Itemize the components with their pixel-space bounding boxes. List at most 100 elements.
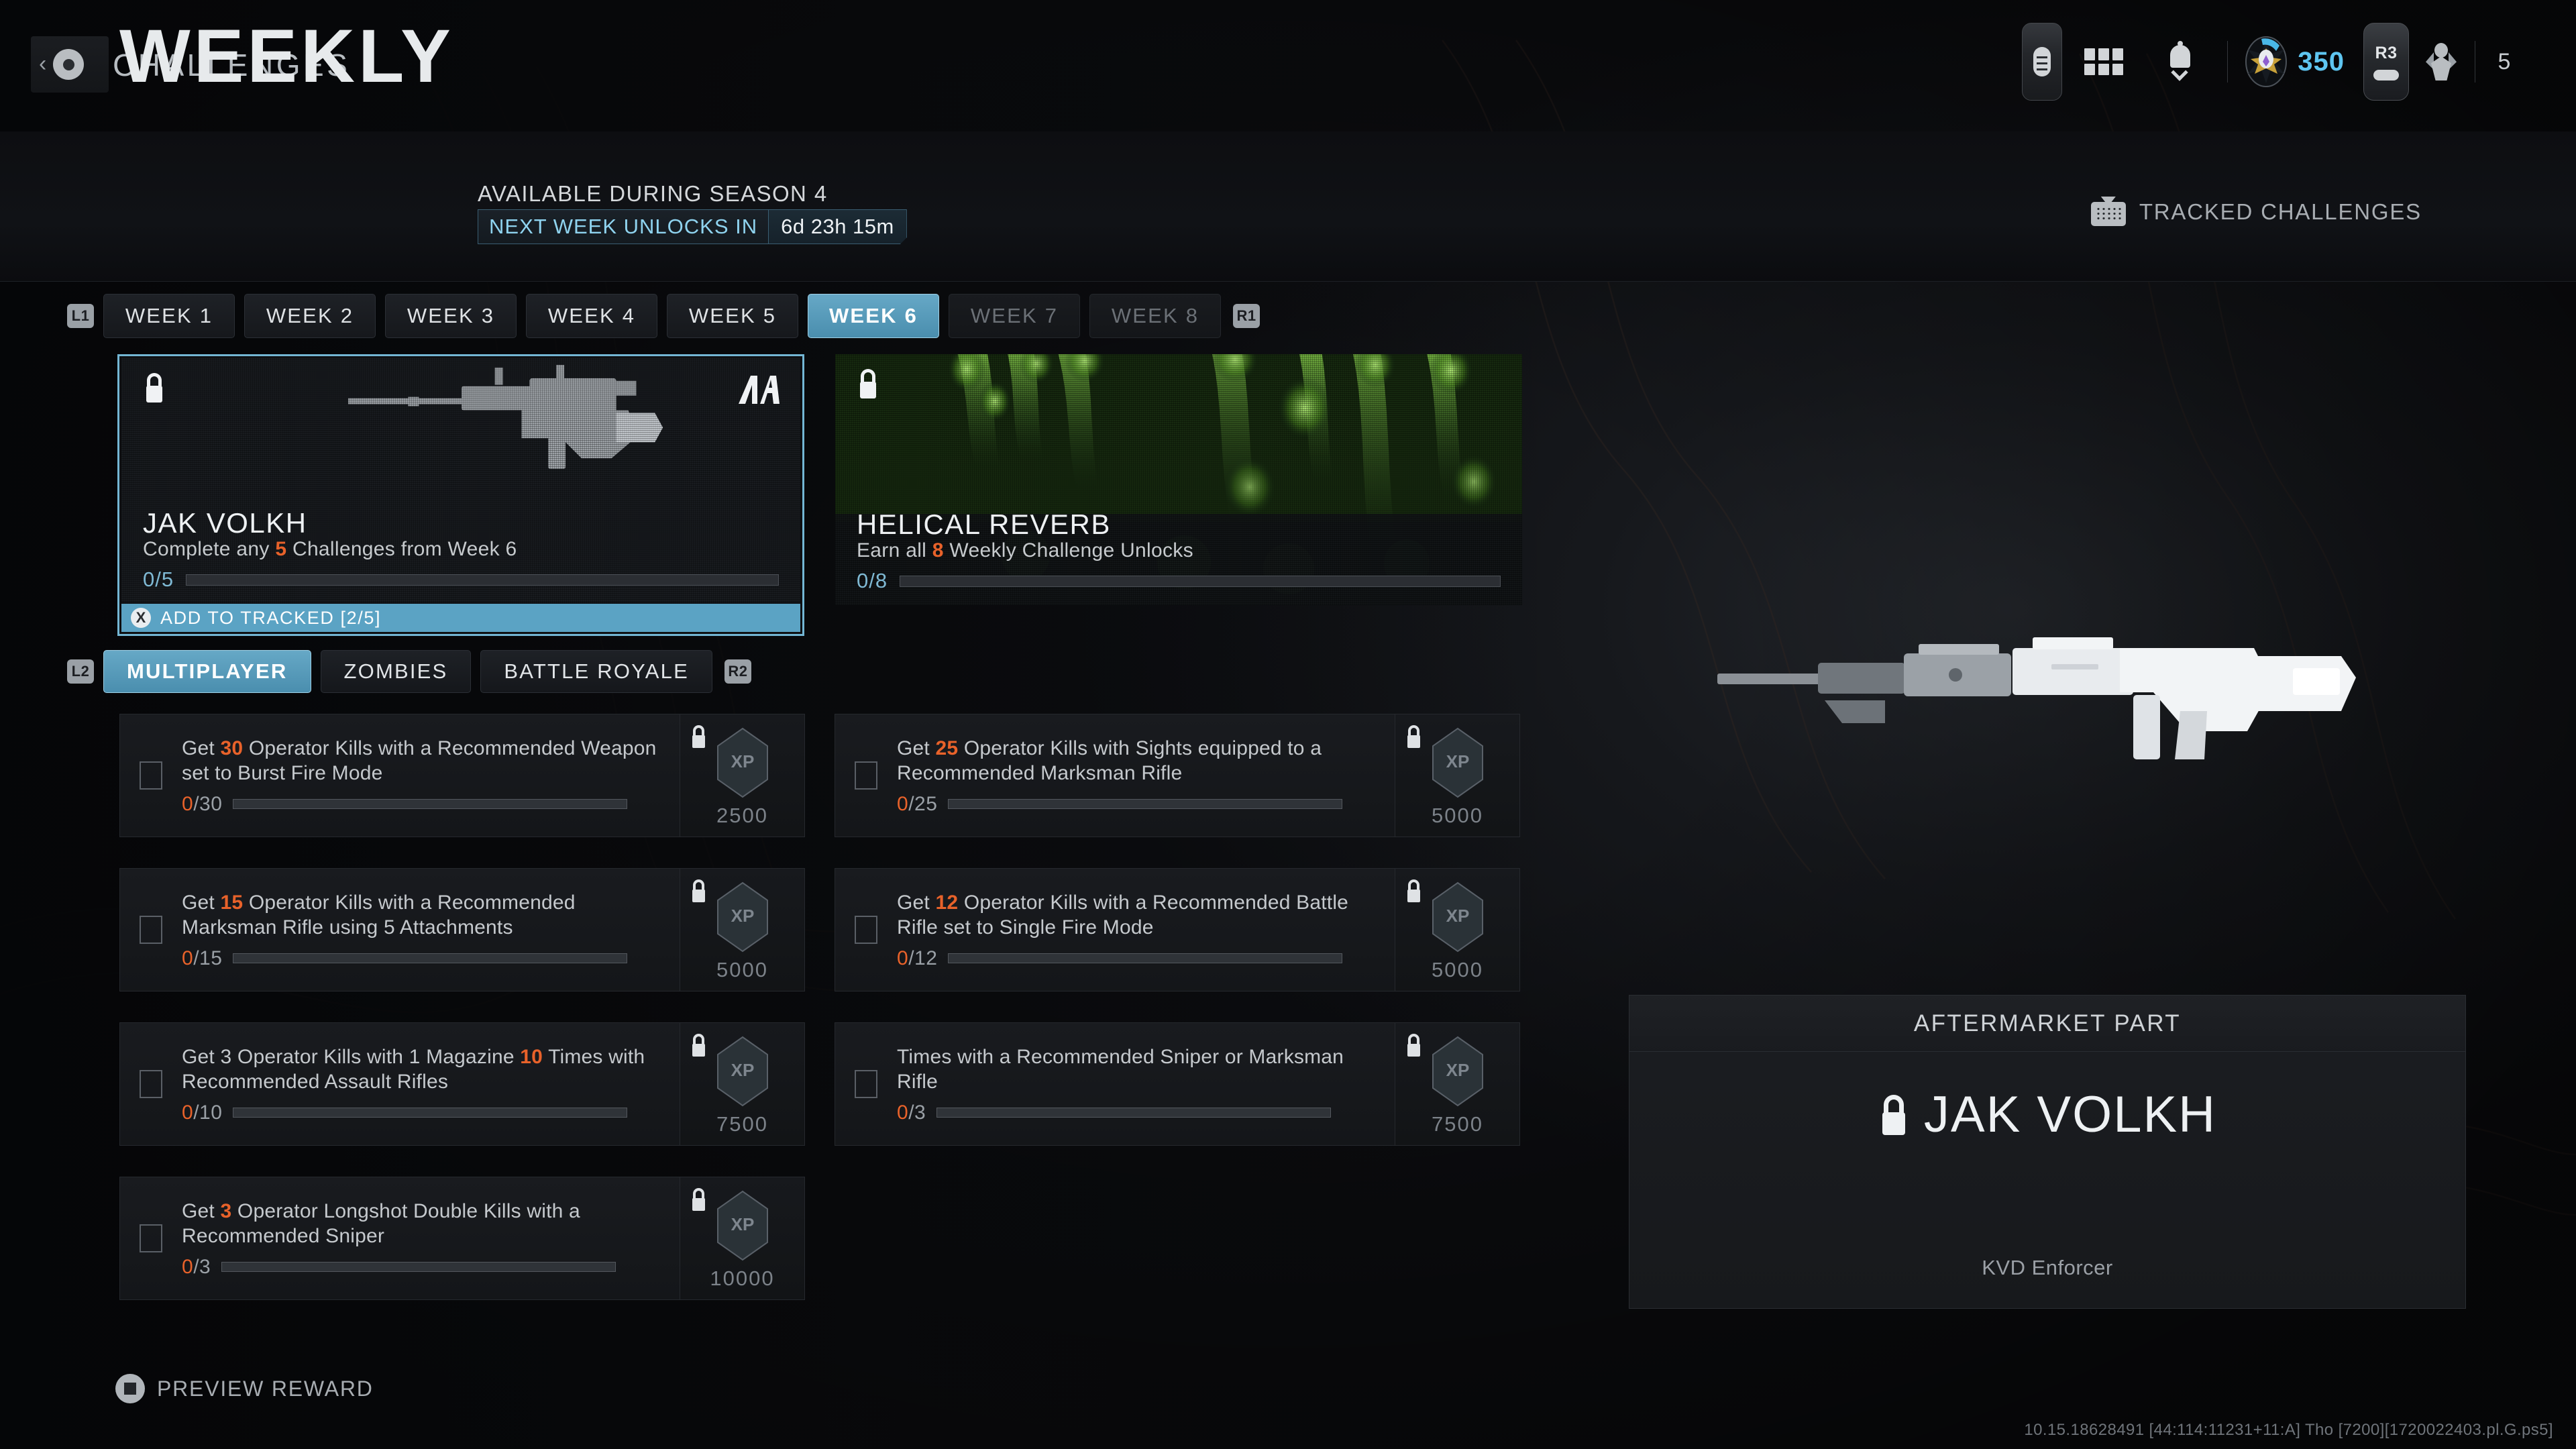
reward-card-jak-volkh[interactable]: JAK VOLKH Complete any 5 Challenges from… <box>117 354 804 636</box>
xp-gem-icon: XP <box>1429 1036 1487 1107</box>
back-button[interactable]: ‹ <box>31 36 109 93</box>
back-chevron-icon: ‹ <box>39 52 46 75</box>
tracked-challenges-icon <box>2091 198 2126 226</box>
xp-gem-icon: XP <box>714 881 771 953</box>
battery-keycap[interactable] <box>2022 23 2062 101</box>
challenge-progress-text: 0/3 <box>897 1102 926 1124</box>
challenge-progress-bar <box>936 1108 1331 1118</box>
challenge-progress-text: 0/30 <box>182 793 222 816</box>
party-count-slot: 5 <box>2481 23 2528 101</box>
xp-gem-icon: XP <box>714 1190 771 1261</box>
notifications-button[interactable] <box>2145 23 2215 101</box>
xp-gem-icon: XP <box>1429 727 1487 798</box>
challenge-goal-number: 3 <box>221 1200 232 1222</box>
week-tab-7[interactable]: WEEK 7 <box>949 294 1080 338</box>
week-tab-3[interactable]: WEEK 3 <box>385 294 517 338</box>
challenge-row[interactable]: Times with a Recommended Sniper or Marks… <box>835 1022 1520 1146</box>
lock-icon <box>690 725 707 748</box>
apps-grid-button[interactable] <box>2062 23 2145 101</box>
next-week-timer: NEXT WEEK UNLOCKS IN 6d 23h 15m <box>478 209 907 244</box>
tab-multiplayer[interactable]: MULTIPLAYER <box>103 650 311 693</box>
aftermarket-header-label: AFTERMARKET PART <box>1914 1010 2181 1037</box>
challenge-progress-bar <box>233 799 627 809</box>
tab-battle-royale[interactable]: BATTLE ROYALE <box>480 650 712 693</box>
tab-zombies[interactable]: ZOMBIES <box>321 650 472 693</box>
add-to-tracked-button[interactable]: X ADD TO TRACKED [2/5] <box>121 604 800 632</box>
challenge-row[interactable]: Get 3 Operator Longshot Double Kills wit… <box>119 1177 805 1300</box>
week-tab-8[interactable]: WEEK 8 <box>1089 294 1221 338</box>
challenge-progress-bar <box>221 1262 616 1272</box>
challenge-checkbox[interactable] <box>835 714 897 837</box>
challenge-progress-text: 0/15 <box>182 947 222 970</box>
challenge-checkbox[interactable] <box>120 869 182 991</box>
week-tab-2[interactable]: WEEK 2 <box>244 294 376 338</box>
weapon-preview <box>1717 510 2455 885</box>
reward-card-body: HELICAL REVERB Earn all 8 Weekly Challen… <box>835 354 1522 605</box>
mode-tab-bar: L2 MULTIPLAYER ZOMBIES BATTLE ROYALE R2 <box>67 649 751 694</box>
reward-progress-bar <box>900 576 1501 587</box>
challenge-checkbox[interactable] <box>835 869 897 991</box>
svg-text:XP: XP <box>1446 751 1469 771</box>
challenge-body: Get 12 Operator Kills with a Recommended… <box>897 869 1395 991</box>
challenge-row[interactable]: Get 12 Operator Kills with a Recommended… <box>835 868 1520 991</box>
reward-title: HELICAL REVERB <box>857 508 1111 541</box>
tracked-challenges-label: TRACKED CHALLENGES <box>2139 199 2422 225</box>
challenge-row[interactable]: Get 15 Operator Kills with a Recommended… <box>119 868 805 991</box>
challenge-goal-number: 10 <box>520 1046 543 1068</box>
challenge-checkbox[interactable] <box>120 714 182 837</box>
challenge-progress: 0/3 <box>897 1102 1384 1124</box>
challenge-text: Get 30 Operator Kills with a Recommended… <box>182 736 669 786</box>
reward-card-helical-reverb[interactable]: HELICAL REVERB Earn all 8 Weekly Challen… <box>835 354 1522 636</box>
challenge-xp-value: 5000 <box>716 958 768 982</box>
challenge-body: Times with a Recommended Sniper or Marks… <box>897 1023 1395 1145</box>
build-version-string: 10.15.18628491 [44:114:11231+11:A] Tho [… <box>2024 1421 2553 1440</box>
challenge-goal-number: 25 <box>936 737 959 759</box>
grid-apps-icon <box>2084 48 2123 75</box>
svg-text:XP: XP <box>1446 906 1469 926</box>
preview-reward-button[interactable]: PREVIEW REWARD <box>115 1370 374 1407</box>
challenge-row[interactable]: Get 3 Operator Kills with 1 Magazine 10 … <box>119 1022 805 1146</box>
prestige-rank-chip[interactable]: 350 <box>2240 35 2349 89</box>
timer-label: NEXT WEEK UNLOCKS IN <box>478 210 768 244</box>
challenge-xp-reward: XP 5000 <box>1395 869 1519 991</box>
challenge-xp-value: 7500 <box>716 1112 768 1136</box>
week-tab-1[interactable]: WEEK 1 <box>103 294 235 338</box>
battery-icon <box>2022 23 2062 101</box>
challenge-xp-value: 5000 <box>1432 958 1483 982</box>
challenge-progress-text: 0/25 <box>897 793 937 816</box>
aftermarket-weapon-name: KVD Enforcer <box>1629 1256 2465 1280</box>
reward-card-row: JAK VOLKH Complete any 5 Challenges from… <box>117 354 1522 636</box>
party-button[interactable] <box>2409 23 2473 101</box>
reward-progress: 0/8 <box>857 569 1501 593</box>
challenge-text: Get 15 Operator Kills with a Recommended… <box>182 890 669 941</box>
r3-keycap[interactable]: R3 <box>2363 23 2409 101</box>
challenge-text: Get 3 Operator Kills with 1 Magazine 10 … <box>182 1044 669 1095</box>
challenge-xp-reward: XP 5000 <box>1395 714 1519 837</box>
challenge-goal-number: 30 <box>221 737 244 759</box>
challenge-progress-bar <box>233 1108 627 1118</box>
challenge-row[interactable]: Get 25 Operator Kills with Sights equipp… <box>835 714 1520 837</box>
svg-text:XP: XP <box>1446 1060 1469 1080</box>
xp-gem-icon: XP <box>1429 881 1487 953</box>
challenge-row[interactable]: Get 30 Operator Kills with a Recommended… <box>119 714 805 837</box>
divider <box>2227 41 2228 83</box>
tracked-challenges-button[interactable]: TRACKED CHALLENGES <box>2091 193 2422 231</box>
challenge-body: Get 15 Operator Kills with a Recommended… <box>182 869 680 991</box>
reward-description: Earn all 8 Weekly Challenge Unlocks <box>857 539 1501 562</box>
reward-card-body: JAK VOLKH Complete any 5 Challenges from… <box>121 358 800 604</box>
preview-reward-label: PREVIEW REWARD <box>157 1377 374 1401</box>
challenge-xp-reward: XP 7500 <box>1395 1023 1519 1145</box>
challenge-checkbox[interactable] <box>120 1023 182 1145</box>
challenge-body: Get 30 Operator Kills with a Recommended… <box>182 714 680 837</box>
challenge-progress: 0/30 <box>182 793 669 816</box>
challenge-xp-value: 5000 <box>1432 804 1483 828</box>
week-tab-5[interactable]: WEEK 5 <box>667 294 798 338</box>
week-tab-6[interactable]: WEEK 6 <box>808 294 939 338</box>
l2-bumper-hint: L2 <box>67 659 94 684</box>
week-tab-4[interactable]: WEEK 4 <box>526 294 657 338</box>
challenge-checkbox[interactable] <box>120 1177 182 1299</box>
challenge-body: Get 25 Operator Kills with Sights equipp… <box>897 714 1395 837</box>
lock-icon <box>1405 725 1422 748</box>
challenge-checkbox[interactable] <box>835 1023 897 1145</box>
challenge-xp-reward: XP 5000 <box>680 869 804 991</box>
